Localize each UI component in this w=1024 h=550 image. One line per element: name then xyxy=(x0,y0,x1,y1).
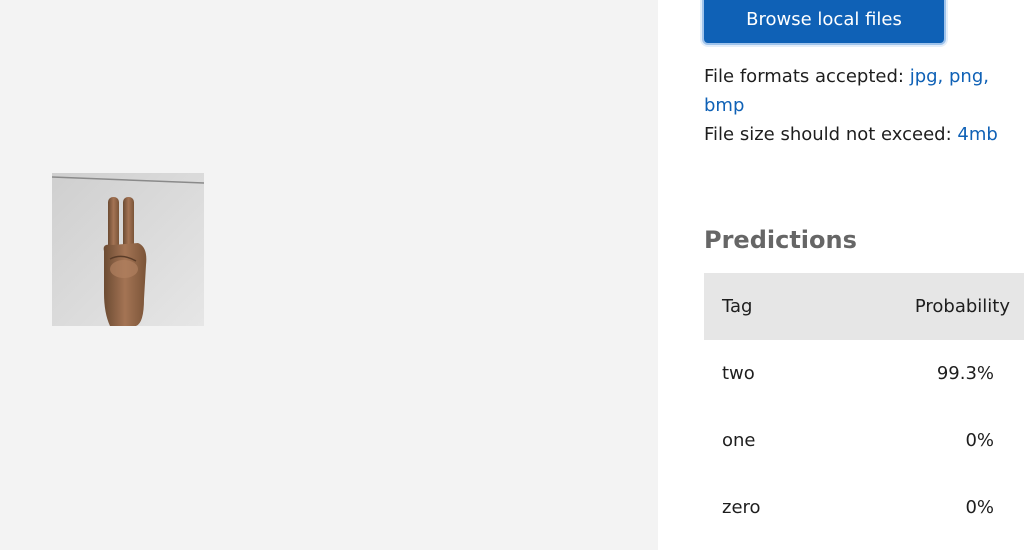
probability-cell: 99.3% xyxy=(936,363,994,384)
table-header-row: Tag Probability xyxy=(704,273,1024,340)
browse-local-files-button[interactable]: Browse local files xyxy=(704,0,944,43)
predictions-table: Tag Probability two 99.3% one 0% zero 0% xyxy=(704,273,1024,541)
tag-cell: one xyxy=(722,430,756,451)
file-size-label: File size should not exceed: xyxy=(704,124,952,145)
table-row: two 99.3% xyxy=(704,340,1024,407)
page: Browse local files File formats accepted… xyxy=(0,0,1024,550)
upload-requirements: File formats accepted: jpg, png, bmp Fil… xyxy=(704,62,1014,149)
upload-and-results-pane: Browse local files File formats accepted… xyxy=(658,0,1024,550)
probability-cell: 0% xyxy=(965,430,994,451)
column-header-tag: Tag xyxy=(722,296,753,317)
table-row: one 0% xyxy=(704,407,1024,474)
uploaded-image-preview xyxy=(52,173,204,326)
column-header-probability: Probability xyxy=(914,296,1010,317)
predictions-title: Predictions xyxy=(704,226,857,254)
table-row: zero 0% xyxy=(704,474,1024,541)
hand-peace-photo xyxy=(52,173,204,326)
file-formats-label: File formats accepted: xyxy=(704,66,904,87)
file-size-value: 4mb xyxy=(957,124,998,145)
image-preview-pane xyxy=(0,0,658,550)
tag-cell: two xyxy=(722,363,755,384)
probability-cell: 0% xyxy=(965,497,994,518)
tag-cell: zero xyxy=(722,497,761,518)
